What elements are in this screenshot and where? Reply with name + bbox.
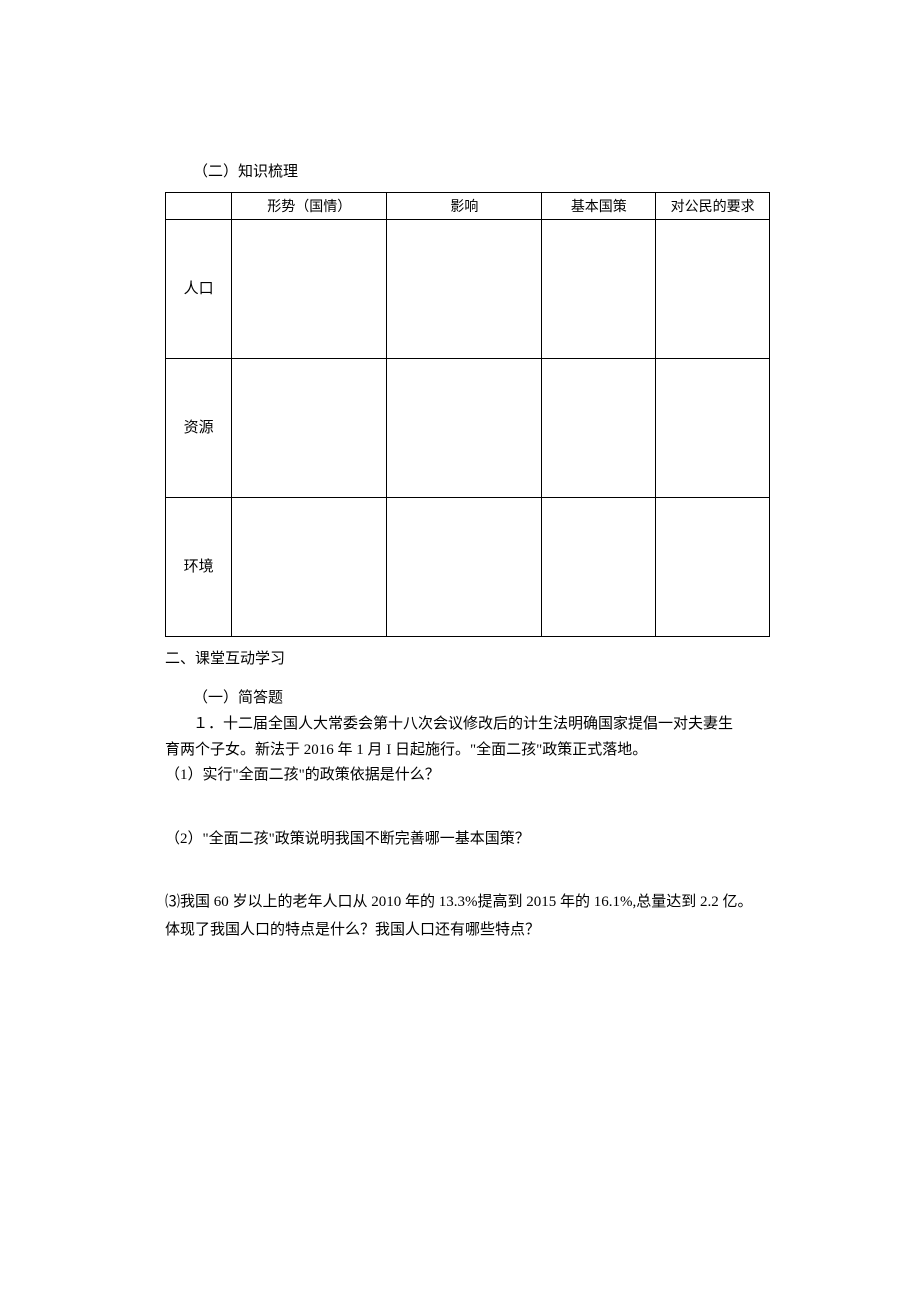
col-header-effect: 影响: [387, 193, 542, 220]
cell: [232, 220, 387, 359]
cell: [656, 359, 770, 498]
col-header-situation: 形势（国情）: [232, 193, 387, 220]
col-header-requirement: 对公民的要求: [656, 193, 770, 220]
q1-sub1: （1）实行"全面二孩"的政策依据是什么？: [165, 763, 770, 789]
q1-stem-line1: １．十二届全国人大常委会第十八次会议修改后的计生法明确国家提倡一对夫妻生: [193, 712, 770, 738]
q1-sub3-line1: ⑶我国 60 岁以上的老年人口从 2010 年的 13.3%提高到 2015 年…: [165, 890, 770, 916]
table-row: 人口: [166, 220, 770, 359]
knowledge-heading: （二）知识梳理: [193, 160, 770, 184]
cell: [542, 498, 656, 637]
answer-space: [165, 854, 770, 890]
cell: [232, 498, 387, 637]
table-header-row: 形势（国情） 影响 基本国策 对公民的要求: [166, 193, 770, 220]
col-header-blank: [166, 193, 232, 220]
q1-stem-line2: 育两个子女。新法于 2016 年 1 月 I 日起施行。"全面二孩"政策正式落地…: [165, 738, 770, 764]
short-answer-heading: （一）简答题: [193, 686, 770, 710]
table-row: 资源: [166, 359, 770, 498]
knowledge-table: 形势（国情） 影响 基本国策 对公民的要求 人口 资源: [165, 192, 770, 637]
answer-space: [165, 791, 770, 827]
cell: [656, 498, 770, 637]
cell: [387, 220, 542, 359]
cell: [542, 359, 656, 498]
cell: [387, 498, 542, 637]
cell: [542, 220, 656, 359]
row-label-population: 人口: [166, 220, 232, 359]
document-page: （二）知识梳理 形势（国情） 影响 基本国策 对公民的要求 人口: [0, 0, 920, 1301]
row-label-environment: 环境: [166, 498, 232, 637]
cell: [232, 359, 387, 498]
cell: [656, 220, 770, 359]
col-header-policy: 基本国策: [542, 193, 656, 220]
q1-sub3-line2: 体现了我国人口的特点是什么？我国人口还有哪些特点？: [165, 918, 770, 944]
cell: [387, 359, 542, 498]
section-2-heading: 二、课堂互动学习: [165, 647, 770, 671]
table-row: 环境: [166, 498, 770, 637]
row-label-resource: 资源: [166, 359, 232, 498]
q1-sub2: （2）"全面二孩"政策说明我国不断完善哪一基本国策？: [165, 827, 770, 853]
